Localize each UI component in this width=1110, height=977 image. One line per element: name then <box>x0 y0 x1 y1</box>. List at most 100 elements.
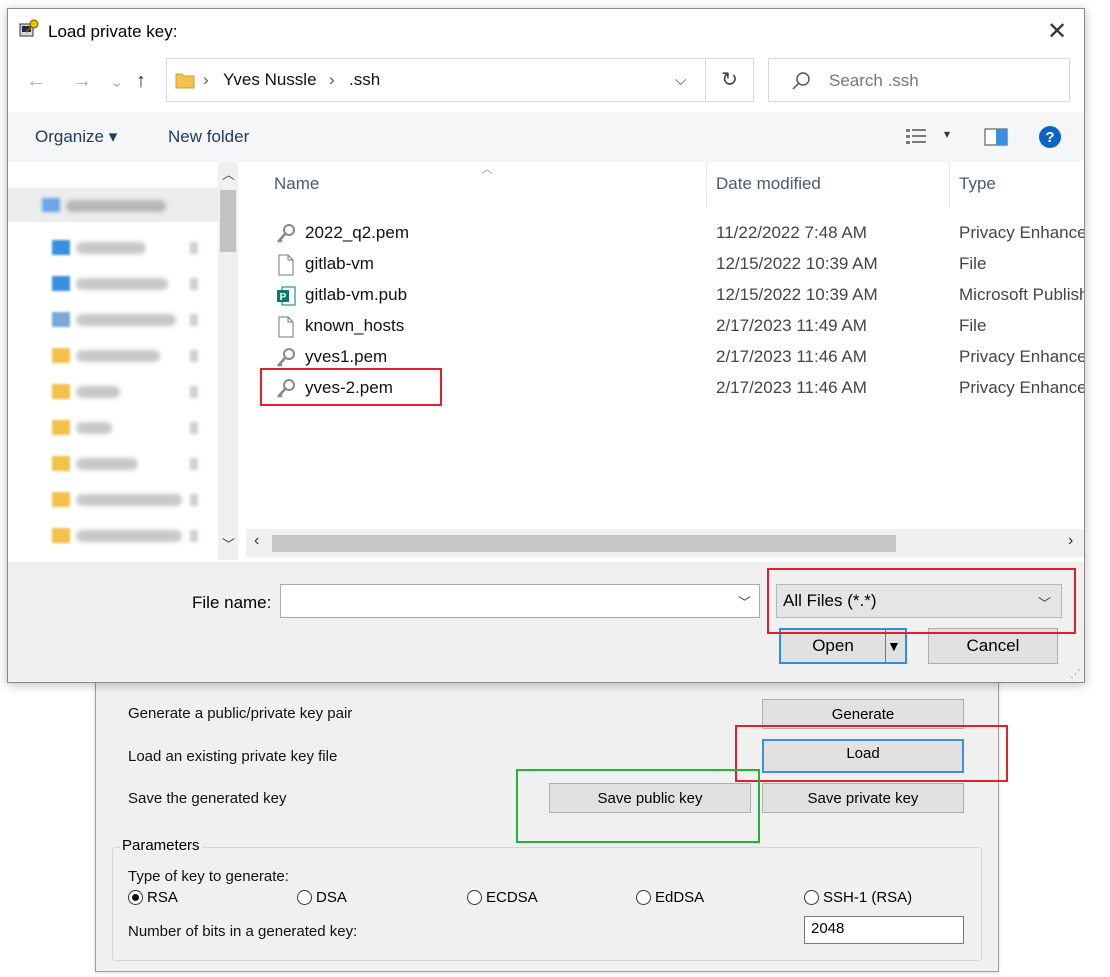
file-row[interactable]: 2022_q2.pem 11/22/2022 7:48 AM Privacy E… <box>246 218 1084 249</box>
star-icon <box>42 198 60 212</box>
search-icon <box>792 72 810 90</box>
scroll-up-icon[interactable]: ︿ <box>222 164 235 183</box>
view-options-dropdown-icon[interactable]: ▾ <box>944 127 950 141</box>
file-type: Microsoft Publisher Document <box>959 285 1084 304</box>
sidebar-scroll-thumb[interactable] <box>220 190 236 252</box>
save-description: Save the generated key <box>128 790 287 807</box>
sidebar-item-label <box>76 494 182 506</box>
file-name: known_hosts <box>305 316 405 335</box>
folder-icon <box>175 73 195 89</box>
sidebar-item[interactable] <box>52 418 202 438</box>
breadcrumb-yves-nussle[interactable]: Yves Nussle <box>223 70 317 90</box>
column-header-type[interactable]: Type <box>959 174 996 194</box>
file-name-dropdown-chevron-icon[interactable]: ﹀ <box>738 592 751 611</box>
open-button[interactable]: Open ▼ <box>779 628 907 664</box>
file-name-input[interactable]: ﹀ <box>280 584 760 618</box>
address-bar[interactable]: › Yves Nussle › .ssh ⌵ <box>166 58 706 102</box>
folder-icon <box>52 528 70 543</box>
sidebar-item-label <box>76 530 182 542</box>
sidebar-item-label <box>76 242 146 254</box>
sidebar-scrollbar[interactable]: ︿ ﹀ <box>218 162 238 560</box>
file-type-filter[interactable]: All Files (*.*) ﹀ <box>776 584 1062 618</box>
back-arrow-icon[interactable]: ← <box>26 70 46 93</box>
documents-folder-icon <box>52 312 70 327</box>
puttygen-icon <box>19 19 39 37</box>
filter-dropdown-chevron-icon[interactable]: ﹀ <box>1038 593 1051 612</box>
load-private-key-dialog: Load private key: ✕ ← → ⌄ ↑ › Yves Nussl… <box>7 8 1085 683</box>
radio-icon <box>636 890 651 905</box>
save-private-key-button[interactable]: Save private key <box>762 783 964 813</box>
column-header-date[interactable]: Date modified <box>716 174 821 194</box>
file-row[interactable]: yves1.pem 2/17/2023 11:46 AM Privacy Enh… <box>246 342 1084 373</box>
scroll-right-icon[interactable]: › <box>1068 532 1073 550</box>
file-row[interactable]: gitlab-vm 12/15/2022 10:39 AM File <box>246 249 1084 280</box>
up-arrow-icon[interactable]: ↑ <box>136 70 146 93</box>
sidebar-item[interactable] <box>52 238 202 258</box>
pin-icon <box>190 422 198 434</box>
help-icon[interactable]: ? <box>1038 125 1062 149</box>
file-date: 11/22/2022 7:48 AM <box>716 223 867 242</box>
file-type-filter-value: All Files (*.*) <box>783 591 877 610</box>
pin-icon <box>190 386 198 398</box>
blank-file-icon <box>278 316 294 338</box>
navigation-pane: ︿ ﹀ <box>8 162 238 560</box>
sidebar-item[interactable] <box>52 382 202 402</box>
close-icon[interactable]: ✕ <box>1042 17 1072 46</box>
quick-access-label <box>66 200 166 212</box>
radio-dsa[interactable]: DSA <box>297 889 347 906</box>
navigation-bar: ← → ⌄ ↑ › Yves Nussle › .ssh ⌵ ↻ Search … <box>8 58 1084 104</box>
search-box[interactable]: Search .ssh <box>768 58 1070 102</box>
new-folder-button[interactable]: New folder <box>168 127 249 147</box>
pin-icon <box>190 530 198 542</box>
save-public-key-button[interactable]: Save public key <box>549 783 751 813</box>
view-details-icon[interactable] <box>906 127 928 145</box>
folder-icon <box>52 384 70 399</box>
sidebar-item[interactable] <box>52 310 202 330</box>
scroll-left-icon[interactable]: ‹ <box>254 532 259 550</box>
sidebar-item[interactable] <box>52 490 202 510</box>
recent-locations-chevron-icon[interactable]: ⌄ <box>110 72 123 92</box>
file-row[interactable]: yves-2.pem 2/17/2023 11:46 AM Privacy En… <box>246 373 1084 404</box>
radio-rsa[interactable]: RSA <box>128 889 178 906</box>
radio-icon <box>804 890 819 905</box>
file-date: 2/17/2023 11:46 AM <box>716 378 867 397</box>
radio-eddsa[interactable]: EdDSA <box>636 889 704 906</box>
radio-ecdsa[interactable]: ECDSA <box>467 889 538 906</box>
column-header-name[interactable]: Name <box>274 174 319 194</box>
generate-button[interactable]: Generate <box>762 699 964 729</box>
preview-pane-icon[interactable] <box>984 128 1008 146</box>
file-name: 2022_q2.pem <box>305 223 409 242</box>
file-row[interactable]: P gitlab-vm.pub 12/15/2022 10:39 AM Micr… <box>246 280 1084 311</box>
address-dropdown-chevron-icon[interactable]: ⌵ <box>675 72 686 89</box>
refresh-icon[interactable]: ↻ <box>706 58 754 102</box>
sidebar-item[interactable] <box>52 346 202 366</box>
organize-button[interactable]: Organize ▾ <box>35 127 117 147</box>
file-row[interactable]: known_hosts 2/17/2023 11:49 AM File <box>246 311 1084 342</box>
dialog-title: Load private key: <box>48 22 178 41</box>
radio-selected-icon <box>128 890 143 905</box>
forward-arrow-icon[interactable]: → <box>72 70 92 93</box>
bits-label: Number of bits in a generated key: <box>128 923 358 940</box>
file-name: yves1.pem <box>305 347 388 366</box>
open-dropdown-arrow-icon[interactable]: ▼ <box>887 630 901 662</box>
bits-input[interactable]: 2048 <box>804 916 964 944</box>
breadcrumb-ssh[interactable]: .ssh <box>349 70 380 90</box>
horizontal-scroll-thumb[interactable] <box>272 535 896 552</box>
horizontal-scrollbar[interactable]: ‹ › <box>246 529 1084 557</box>
file-date: 2/17/2023 11:46 AM <box>716 347 867 366</box>
quick-access-row[interactable] <box>8 188 218 222</box>
sidebar-item[interactable] <box>52 526 202 546</box>
sidebar-item-label <box>76 278 168 290</box>
column-divider[interactable] <box>949 162 950 208</box>
load-button[interactable]: Load <box>762 739 964 773</box>
key-file-icon <box>277 348 295 367</box>
cancel-button[interactable]: Cancel <box>928 628 1058 664</box>
radio-ssh1-rsa[interactable]: SSH-1 (RSA) <box>804 889 912 906</box>
column-divider[interactable] <box>706 162 707 208</box>
sidebar-item[interactable] <box>52 454 202 474</box>
sidebar-item[interactable] <box>52 274 202 294</box>
title-bar: Load private key: ✕ <box>8 9 1084 55</box>
scroll-down-icon[interactable]: ﹀ <box>222 534 235 553</box>
resize-grip-icon[interactable]: ⋰ <box>1070 667 1081 680</box>
sidebar-item-label <box>76 386 120 398</box>
